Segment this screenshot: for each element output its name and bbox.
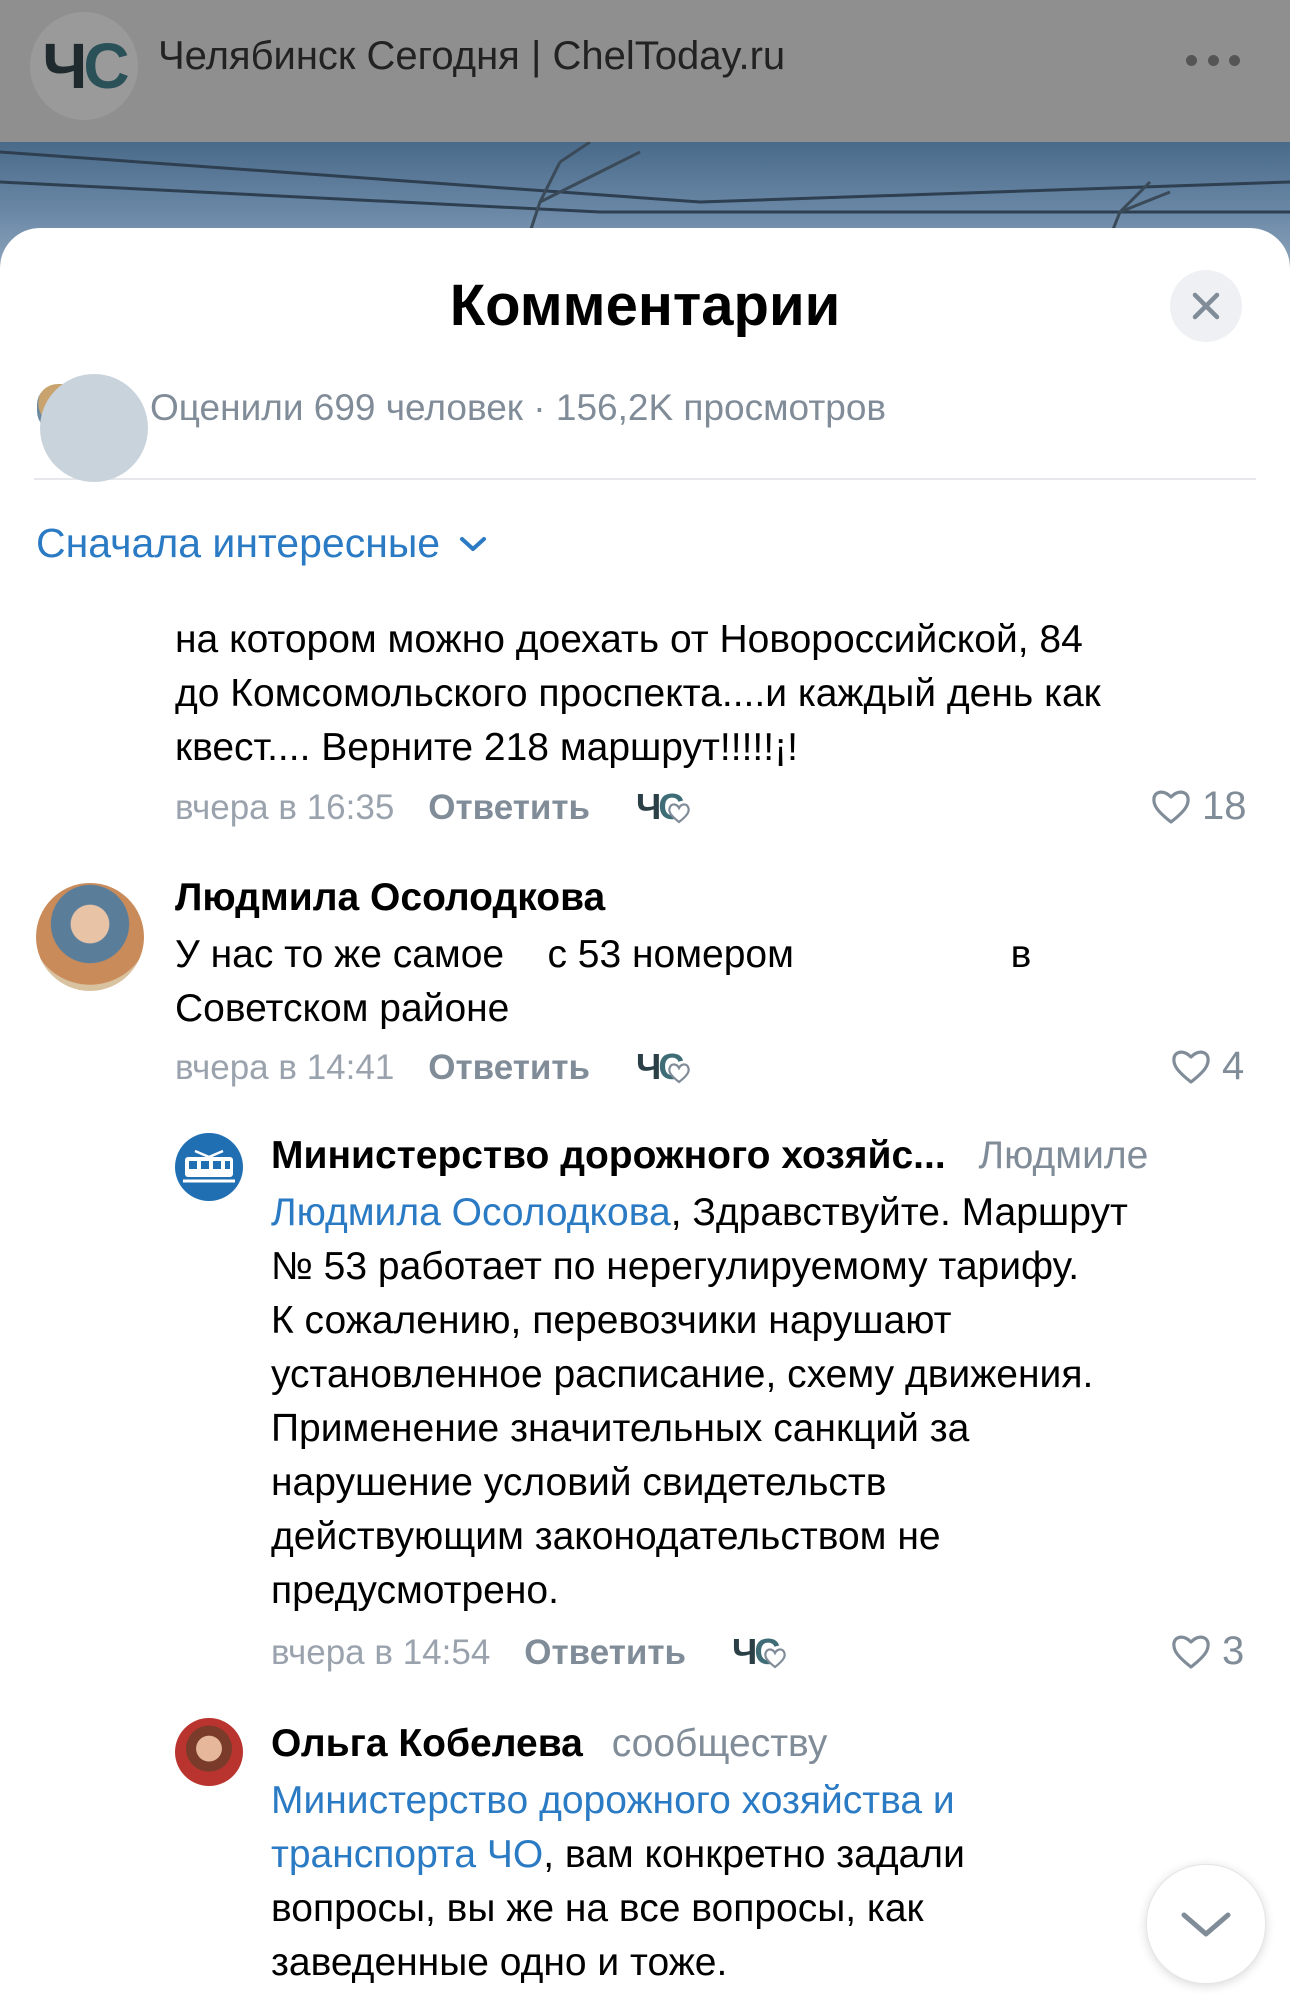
tram-icon: [183, 1149, 235, 1183]
scroll-down-button[interactable]: [1146, 1864, 1266, 1984]
like-count: 18: [1202, 784, 1247, 828]
reply-button[interactable]: Ответить: [524, 1633, 686, 1673]
comment-time: вчера в 14:41: [175, 1048, 395, 1087]
more-icon[interactable]: [1186, 52, 1240, 68]
comment-meta: вчера в 14:41 Ответить ЧС: [175, 1046, 696, 1090]
comment-author-name[interactable]: Министерство дорожного хозяйс...: [271, 1134, 946, 1177]
heart-icon: [1172, 1050, 1210, 1084]
reply-button[interactable]: Ответить: [428, 1048, 590, 1088]
comment-text: на котором можно доехать от Новороссийск…: [175, 618, 1101, 769]
community-reaction-icon[interactable]: ЧС: [636, 1046, 696, 1090]
close-icon: [1192, 292, 1220, 320]
ministry-avatar[interactable]: [175, 1133, 243, 1201]
comment-meta: вчера в 16:35 Ответить ЧС: [175, 786, 696, 830]
community-title[interactable]: Челябинск Сегодня | ChelToday.ru: [158, 34, 785, 79]
avatar[interactable]: [40, 374, 148, 482]
comment-meta: вчера в 14:54 Ответить ЧС: [271, 1631, 792, 1675]
community-reaction-icon[interactable]: ЧС: [732, 1631, 792, 1675]
mention-link[interactable]: транспорта ЧО: [271, 1833, 543, 1876]
like-button[interactable]: 3: [1170, 1629, 1244, 1674]
comment-text: Министерство дорожного хозяйства и транс…: [271, 1774, 965, 1990]
like-button[interactable]: 18: [1150, 784, 1247, 829]
like-button[interactable]: 4: [1170, 1044, 1244, 1089]
comment-time: вчера в 14:54: [271, 1633, 491, 1672]
divider: [34, 478, 1256, 480]
comment-author: Министерство дорожного хозяйс... Людмиле: [271, 1134, 1148, 1178]
like-count: 3: [1222, 1629, 1245, 1673]
community-header: ЧС Челябинск Сегодня | ChelToday.ru: [0, 0, 1290, 142]
sheet-title: Комментарии: [449, 273, 841, 338]
reply-button[interactable]: Ответить: [428, 788, 590, 828]
mention-link[interactable]: Людмила Осолодкова: [271, 1191, 671, 1234]
reply-addressee[interactable]: сообществу: [612, 1722, 828, 1765]
heart-icon: [1172, 1635, 1210, 1669]
likes-views-text: Оценили 699 человек · 156,2K просмотров: [150, 387, 887, 428]
like-count: 4: [1222, 1044, 1245, 1088]
comment-time: вчера в 16:35: [175, 788, 395, 827]
comment-text: Людмила Осолодкова, Здравствуйте. Маршру…: [271, 1191, 1128, 1612]
comment-author[interactable]: Людмила Осолодкова: [175, 876, 605, 920]
comments-sheet: Комментарии Оценили 699 человек · 156,2K…: [0, 228, 1290, 2005]
community-logo[interactable]: ЧС: [30, 12, 138, 120]
chevron-down-icon: [1181, 1912, 1231, 1937]
heart-icon: [1152, 790, 1190, 824]
comment-author-name[interactable]: Ольга Кобелева: [271, 1722, 583, 1765]
close-button[interactable]: [1170, 270, 1242, 342]
comment-author: Ольга Кобелева сообществу: [271, 1722, 827, 1766]
community-reaction-icon[interactable]: ЧС: [636, 786, 696, 830]
likes-summary[interactable]: Оценили 699 человек · 156,2K просмотров: [34, 380, 886, 436]
avatar[interactable]: [175, 1718, 243, 1786]
reply-addressee[interactable]: Людмиле: [979, 1134, 1149, 1177]
mention-link[interactable]: Министерство дорожного хозяйства и: [271, 1774, 965, 1828]
avatar[interactable]: [36, 883, 144, 991]
comment-text: У нас то же самое с 53 номером в Советск…: [175, 933, 1032, 1030]
